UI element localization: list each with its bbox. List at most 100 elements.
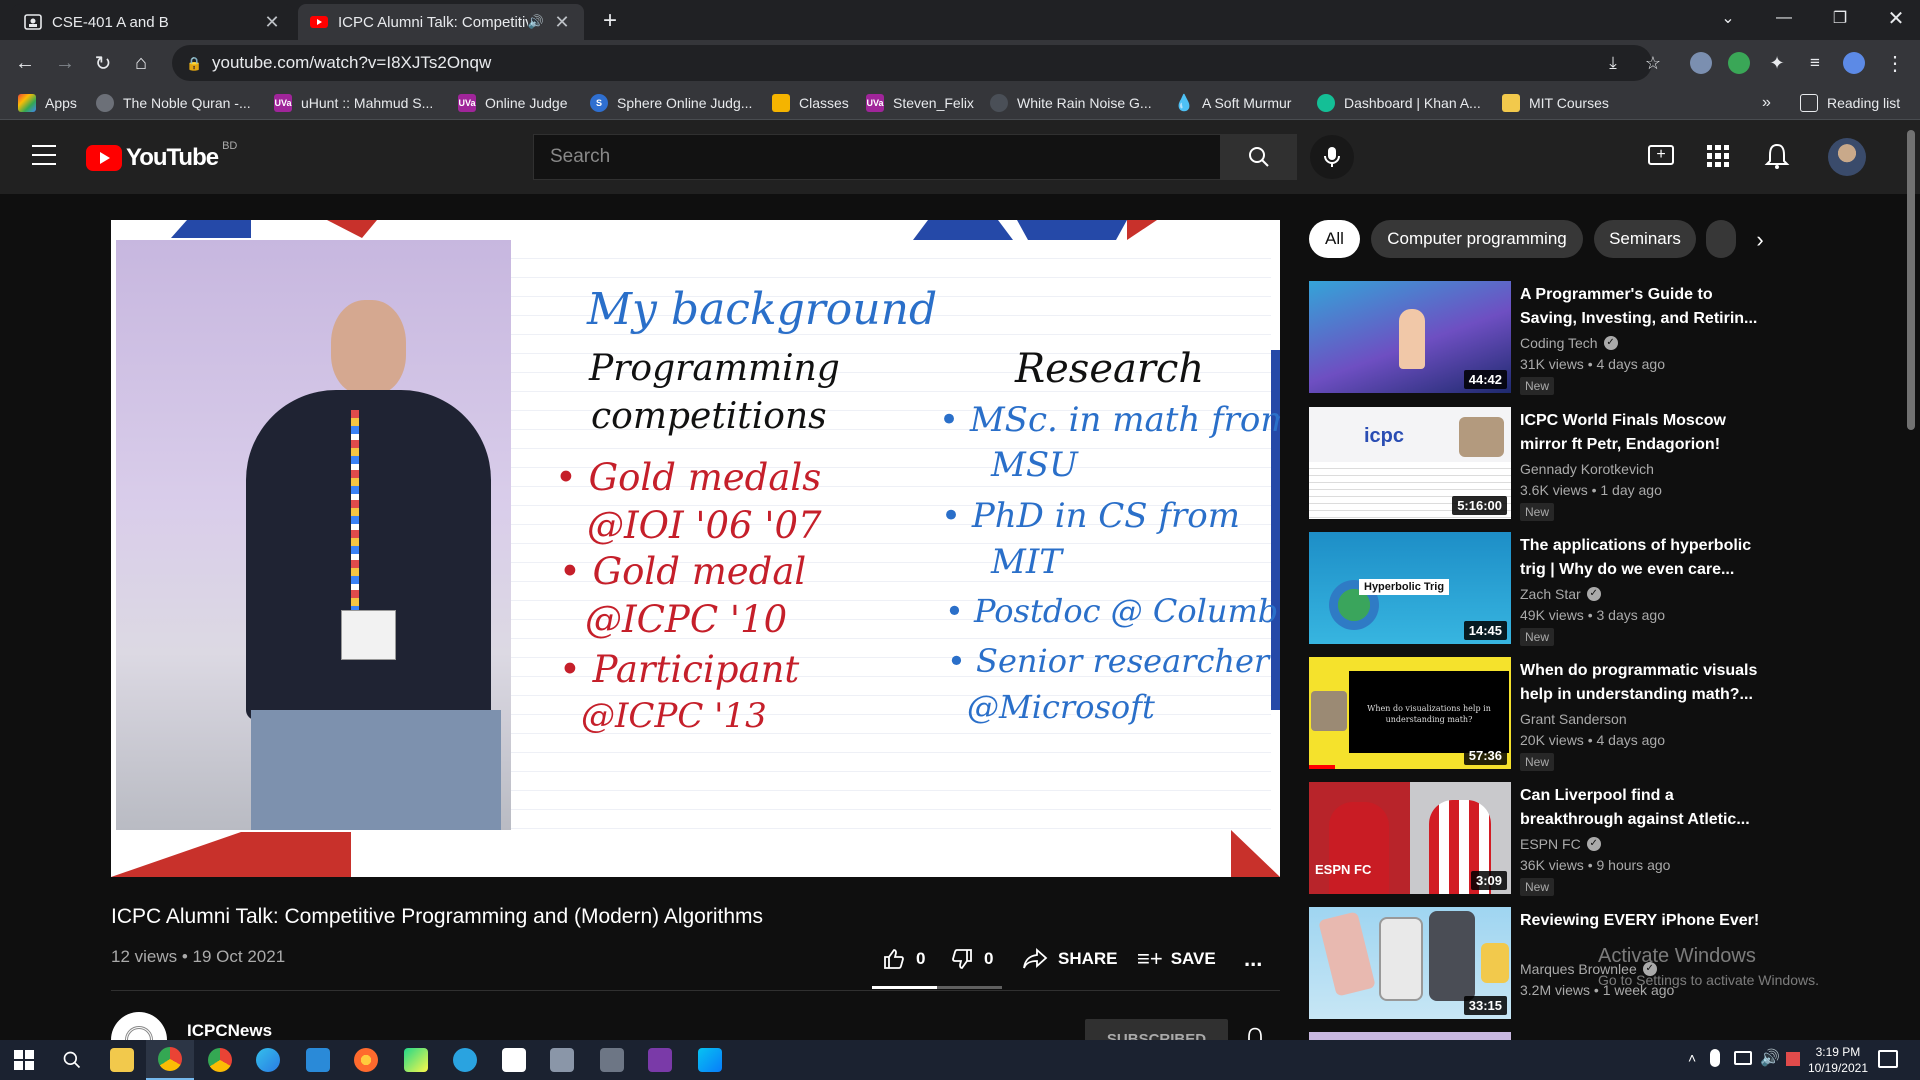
video-thumbnail[interactable]: ESPN FC 3:09: [1309, 782, 1511, 894]
taskbar-search-icon[interactable]: [48, 1040, 96, 1080]
video-title[interactable]: A Programmer's Guide to Saving, Investin…: [1520, 283, 1770, 331]
address-bar[interactable]: 🔒 youtube.com/watch?v=I8XJTs2Onqw: [172, 45, 1652, 81]
video-title[interactable]: The applications of hyperbolic trig | Wh…: [1520, 534, 1770, 582]
video-thumbnail[interactable]: 44:42: [1309, 281, 1511, 393]
show-hidden-icons-icon[interactable]: ˄: [1688, 1050, 1696, 1066]
system-clock[interactable]: 3:19 PM 10/19/2021: [1808, 1044, 1868, 1076]
recommended-video[interactable]: Hyperbolic Trig 14:45 The applications o…: [1309, 532, 1751, 647]
close-window-button[interactable]: ✕: [1868, 0, 1920, 36]
home-icon[interactable]: ⌂: [124, 46, 158, 80]
recommended-video[interactable]: ESPN FC 3:09 Can Liverpool find a breakt…: [1309, 782, 1750, 897]
bookmark-soft-murmur[interactable]: 💧 A Soft Murmur: [1174, 93, 1291, 113]
bookmark-online-judge[interactable]: UVa Online Judge: [458, 93, 568, 113]
extensions-puzzle-icon[interactable]: ✦: [1760, 46, 1794, 80]
voice-search-button[interactable]: [1310, 135, 1354, 179]
calculator-icon[interactable]: [588, 1040, 636, 1080]
search-button[interactable]: [1221, 134, 1297, 180]
page-scrollbar[interactable]: [1907, 130, 1915, 430]
bookmark-star-icon[interactable]: ☆: [1636, 46, 1670, 80]
windows-start-icon[interactable]: [0, 1040, 48, 1080]
bookmark-apps[interactable]: Apps: [18, 93, 77, 113]
channel-name[interactable]: Coding Tech ✓: [1520, 335, 1618, 351]
video-thumbnail[interactable]: 33:15: [1309, 907, 1511, 1019]
chip-seminars[interactable]: Seminars: [1594, 220, 1696, 258]
chrome-menu-icon[interactable]: ⋮: [1878, 46, 1912, 80]
save-button[interactable]: ≡+ SAVE: [1137, 945, 1216, 973]
restore-button[interactable]: ❐: [1812, 0, 1868, 36]
reload-icon[interactable]: ↻: [86, 46, 120, 80]
chip-partial[interactable]: [1706, 220, 1736, 258]
close-tab-icon[interactable]: ✕: [552, 12, 572, 33]
extension-plus-icon[interactable]: [1728, 52, 1750, 74]
chrome-profile-icon[interactable]: [196, 1040, 244, 1080]
action-center-icon[interactable]: [1878, 1050, 1898, 1068]
like-button[interactable]: 0: [882, 945, 925, 973]
notifications-bell-icon[interactable]: [1764, 142, 1790, 170]
recommended-video[interactable]: 44:42 A Programmer's Guide to Saving, In…: [1309, 281, 1757, 396]
bookmarks-overflow-icon[interactable]: »: [1762, 93, 1771, 113]
microphone-tray-icon[interactable]: [1710, 1049, 1720, 1067]
hamburger-menu-icon[interactable]: [32, 145, 56, 165]
video-title[interactable]: When do programmatic visuals help in und…: [1520, 659, 1770, 707]
bookmark-uhunt[interactable]: UVa uHunt :: Mahmud S...: [274, 93, 433, 113]
back-arrow-icon[interactable]: ←: [8, 46, 42, 80]
video-thumbnail[interactable]: When do visualizations help in understan…: [1309, 657, 1511, 769]
video-thumbnail[interactable]: Hyperbolic Trig 14:45: [1309, 532, 1511, 644]
reading-list-button[interactable]: Reading list: [1800, 93, 1900, 113]
new-tab-button[interactable]: +: [594, 6, 626, 36]
edge-icon[interactable]: [244, 1040, 292, 1080]
video-thumbnail[interactable]: icpc 5:16:00: [1309, 407, 1511, 519]
channel-name[interactable]: Grant Sanderson: [1520, 711, 1627, 727]
channel-name[interactable]: Gennady Korotkevich: [1520, 461, 1654, 477]
dislike-button[interactable]: 0: [950, 945, 993, 973]
install-icon[interactable]: ⤓: [1596, 46, 1630, 80]
telegram-icon[interactable]: [441, 1040, 489, 1080]
battery-icon[interactable]: [1786, 1052, 1800, 1066]
bookmark-noble-quran[interactable]: The Noble Quran -...: [96, 93, 251, 113]
network-icon[interactable]: [1734, 1051, 1752, 1065]
channel-name[interactable]: ICPCNews: [187, 1021, 272, 1041]
firefox-icon[interactable]: [342, 1040, 390, 1080]
recommended-video-partial[interactable]: [1309, 1032, 1511, 1040]
bookmark-classes[interactable]: Classes: [772, 93, 849, 113]
lock-icon[interactable]: 🔒: [186, 56, 202, 71]
video-title[interactable]: Reviewing EVERY iPhone Ever!: [1520, 909, 1770, 933]
notion-icon[interactable]: [490, 1040, 538, 1080]
vscode-icon[interactable]: [294, 1040, 342, 1080]
tab-icpc-video[interactable]: ICPC Alumni Talk: Competitiv 🔊 ✕: [298, 4, 584, 40]
chrome-icon[interactable]: [146, 1040, 194, 1080]
chevron-right-icon[interactable]: ›: [1748, 228, 1772, 252]
bookmark-mit-courses[interactable]: MIT Courses: [1502, 93, 1609, 113]
video-title[interactable]: ICPC World Finals Moscow mirror ft Petr,…: [1520, 409, 1770, 457]
apps-grid-icon[interactable]: [1707, 145, 1729, 167]
tab-search-icon[interactable]: ⌄: [1700, 0, 1756, 36]
chip-computer-programming[interactable]: Computer programming: [1371, 220, 1583, 258]
bookmark-white-rain[interactable]: White Rain Noise G...: [990, 93, 1152, 113]
tab-cse401[interactable]: CSE-401 A and B ✕: [12, 4, 294, 40]
profile-avatar[interactable]: [1843, 52, 1865, 74]
bookmark-khan[interactable]: Dashboard | Khan A...: [1317, 93, 1481, 113]
chip-all[interactable]: All: [1309, 220, 1360, 258]
video-title[interactable]: Can Liverpool find a breakthrough agains…: [1520, 784, 1770, 832]
youtube-logo[interactable]: YouTube BD: [86, 140, 237, 172]
more-actions-icon[interactable]: ...: [1244, 945, 1262, 973]
recommended-video[interactable]: icpc 5:16:00 ICPC World Finals Moscow mi…: [1309, 407, 1726, 522]
snipping-tool-icon[interactable]: [538, 1040, 586, 1080]
recommended-video[interactable]: When do visualizations help in understan…: [1309, 657, 1757, 772]
minimize-button[interactable]: —: [1756, 0, 1812, 36]
channel-name[interactable]: ESPN FC ✓: [1520, 836, 1601, 852]
search-input[interactable]: Search: [533, 134, 1221, 180]
bookmark-steven-felix[interactable]: UVa Steven_Felix: [866, 93, 974, 113]
volume-icon[interactable]: 🔊: [1760, 1048, 1780, 1068]
speaker-icon[interactable]: 🔊: [528, 14, 544, 30]
extension-icon[interactable]: [1690, 52, 1712, 74]
share-button[interactable]: SHARE: [1022, 945, 1118, 973]
create-video-icon[interactable]: +: [1648, 145, 1674, 165]
pycharm-icon[interactable]: [392, 1040, 440, 1080]
channel-name[interactable]: Zach Star ✓: [1520, 586, 1601, 602]
forward-arrow-icon[interactable]: →: [48, 46, 82, 80]
onenote-icon[interactable]: [636, 1040, 684, 1080]
video-player[interactable]: My background Programming competitions •…: [111, 220, 1280, 877]
bookmark-spoj[interactable]: S Sphere Online Judg...: [590, 93, 752, 113]
file-explorer-icon[interactable]: [98, 1040, 146, 1080]
